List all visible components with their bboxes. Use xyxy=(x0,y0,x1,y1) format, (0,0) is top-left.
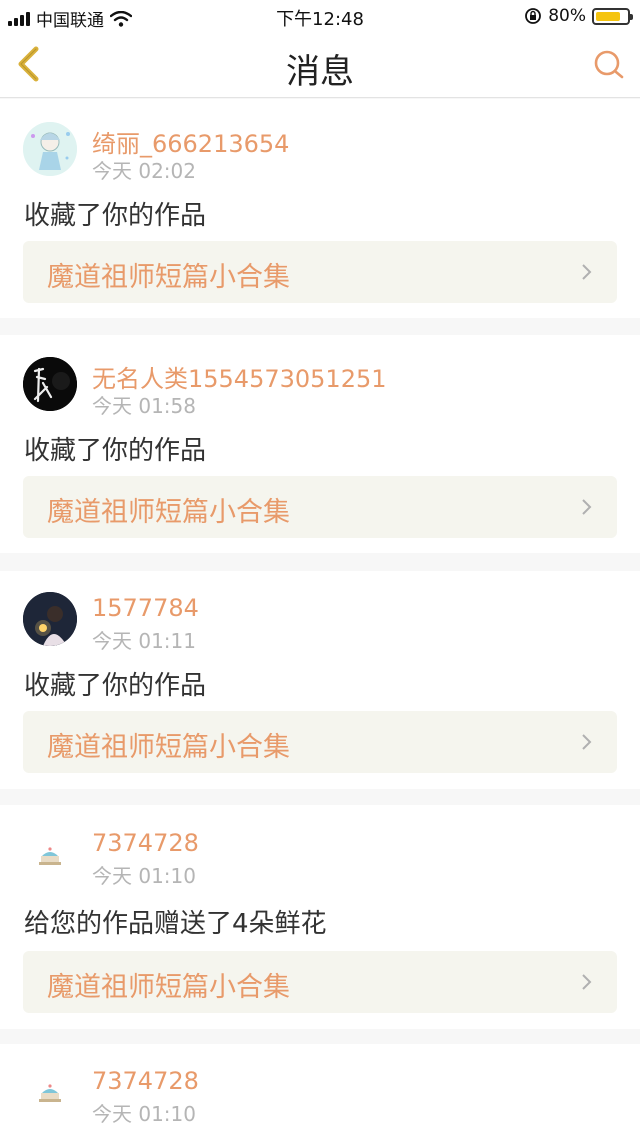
status-bar: 中国联通 下午12:48 80% xyxy=(0,0,640,32)
username[interactable]: 绮丽_666213654 xyxy=(92,124,289,159)
action-text: 收藏了你的作品 xyxy=(24,671,207,701)
timestamp: 今天 01:11 xyxy=(92,629,196,653)
work-link[interactable]: 魔道祖师短篇小合集 xyxy=(23,951,617,1013)
chevron-right-icon xyxy=(582,974,592,990)
username[interactable]: 7374728 xyxy=(92,1067,199,1095)
work-link[interactable]: 魔道祖师短篇小合集 xyxy=(23,711,617,773)
anime-girl-avatar-icon xyxy=(23,122,77,176)
timestamp: 今天 01:10 xyxy=(92,1102,196,1126)
timestamp: 今天 01:58 xyxy=(92,394,196,418)
chevron-right-icon xyxy=(582,499,592,515)
username[interactable]: 1577784 xyxy=(92,594,199,622)
username[interactable]: 7374728 xyxy=(92,829,199,857)
avatar[interactable] xyxy=(23,122,77,176)
notification-card: 1577784 今天 01:11 收藏了你的作品 魔道祖师短篇小合集 xyxy=(0,571,640,789)
work-link[interactable]: 魔道祖师短篇小合集 xyxy=(23,241,617,303)
work-title: 魔道祖师短篇小合集 xyxy=(47,497,290,528)
night-photo-avatar-icon xyxy=(23,592,77,646)
avatar[interactable] xyxy=(23,592,77,646)
timestamp: 今天 01:10 xyxy=(92,864,196,888)
dark-calligraphy-avatar-icon xyxy=(23,357,77,411)
work-title: 魔道祖师短篇小合集 xyxy=(47,262,290,293)
avatar[interactable] xyxy=(23,828,77,882)
work-title: 魔道祖师短篇小合集 xyxy=(47,972,290,1003)
notification-card: 无名人类1554573051251 今天 01:58 收藏了你的作品 魔道祖师短… xyxy=(0,335,640,553)
notification-card: 绮丽_666213654 今天 02:02 收藏了你的作品 魔道祖师短篇小合集 xyxy=(0,99,640,318)
username[interactable]: 无名人类1554573051251 xyxy=(92,359,387,394)
work-title: 魔道祖师短篇小合集 xyxy=(47,732,290,763)
cake-avatar-icon xyxy=(23,828,77,882)
avatar[interactable] xyxy=(23,1065,77,1119)
battery-percent: 80% xyxy=(548,6,586,26)
nav-header: 消息 xyxy=(0,32,640,98)
action-text: 给您的作品赠送了4朵鲜花 xyxy=(24,909,327,939)
timestamp: 今天 02:02 xyxy=(92,159,196,183)
action-text: 收藏了你的作品 xyxy=(24,436,207,466)
search-icon[interactable] xyxy=(592,48,626,82)
work-link[interactable]: 魔道祖师短篇小合集 xyxy=(23,476,617,538)
chevron-right-icon xyxy=(582,734,592,750)
action-text: 收藏了你的作品 xyxy=(24,201,207,231)
orientation-lock-icon xyxy=(525,8,542,24)
battery-icon xyxy=(592,7,633,25)
notification-card: 7374728 今天 01:10 给您的作品赠送了4朵鲜花 魔道祖师短篇小合集 xyxy=(0,805,640,1029)
avatar[interactable] xyxy=(23,357,77,411)
status-right: 80% xyxy=(524,6,633,26)
notification-card: 7374728 今天 01:10 xyxy=(0,1044,640,1138)
page-title: 消息 xyxy=(286,52,354,92)
chevron-right-icon xyxy=(582,264,592,280)
cake-avatar-icon xyxy=(23,1065,77,1119)
